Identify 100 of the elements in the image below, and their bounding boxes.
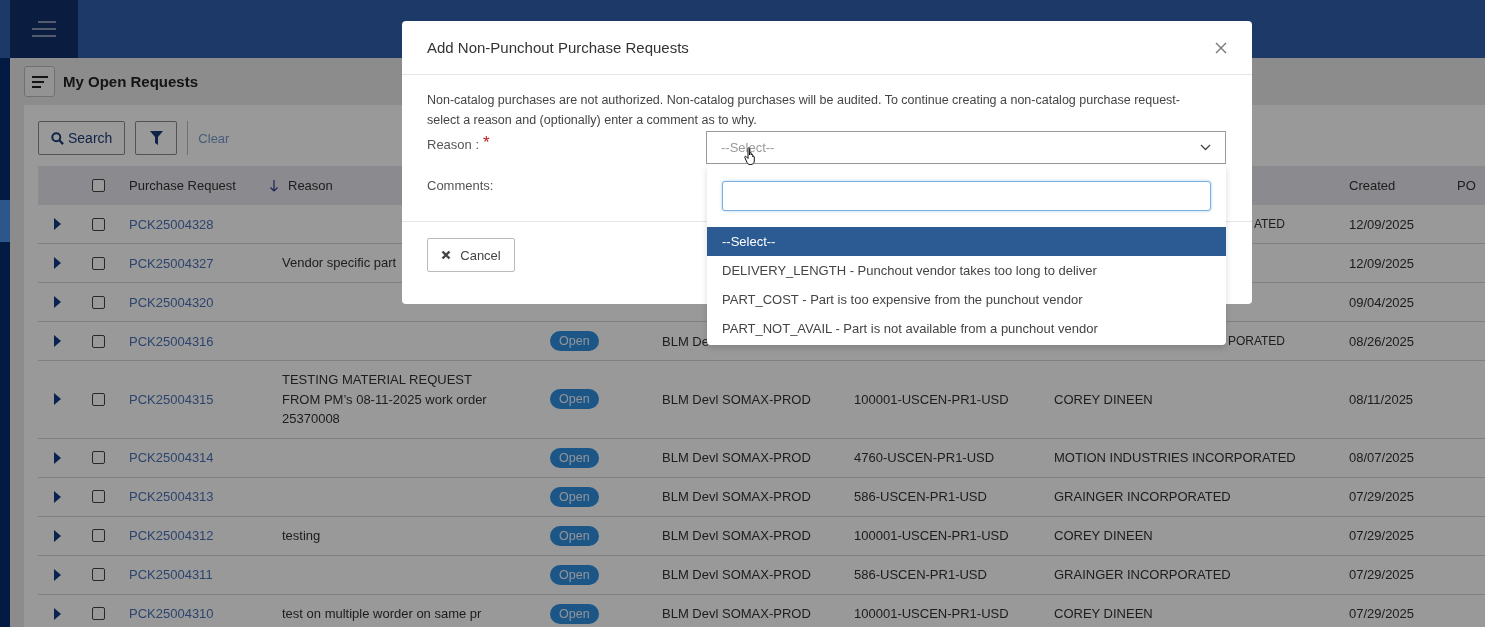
chevron-down-icon [1200, 144, 1211, 151]
table-cell: 08/11/2025 [1349, 391, 1414, 407]
search-field[interactable] [722, 181, 1211, 211]
table-cell: 100001-USCEN-PR1-USD [854, 391, 1009, 407]
column-header[interactable]: Purchase Request [129, 178, 236, 193]
status-badge: Open [550, 389, 599, 410]
table-cell-text: TESTING MATERIAL REQUEST FROM PM’s 08-11-2025 work order 25370008 [282, 371, 488, 428]
table-cell: 586-USCEN-PR1-USD [854, 489, 987, 504]
request-link[interactable]: PCK25004320 [129, 294, 214, 310]
column-header[interactable]: Reason [288, 178, 333, 193]
status-badge: Open [550, 331, 599, 351]
table-cell: 100001-USCEN-PR1-USD [854, 528, 1009, 543]
request-link[interactable]: PCK25004310 [129, 606, 214, 621]
dialog-message: Non-catalog purchases are not authorized. Non-catalog purchases will be audited. To continue creating a non-catalog purchase request- select a reason and (optionally) enter a comment as to why. [427, 92, 1181, 129]
filter-button[interactable] [135, 121, 178, 155]
expand-icon[interactable] [54, 529, 61, 542]
table-cell: BLM Devl SOMAX-PROD [662, 528, 811, 543]
table-cell: BLM Devl SOMAX-PROD [662, 450, 811, 465]
table-cell-text: Vendor specific part [282, 254, 397, 273]
request-link[interactable]: PCK25004316 [129, 333, 214, 349]
table-cell: 07/29/2025 [1349, 528, 1415, 543]
sidebar-toggle-button[interactable] [24, 66, 55, 97]
row-checkbox[interactable] [92, 392, 105, 406]
search-button[interactable]: Search [38, 121, 126, 155]
clear-link[interactable]: Clear [198, 130, 230, 146]
table-cell: 09/04/2025 [1349, 294, 1415, 310]
request-link[interactable]: PCK25004313 [129, 489, 214, 504]
table-cell: 07/29/2025 [1349, 489, 1415, 504]
request-link[interactable]: PCK25004311 [129, 567, 213, 582]
request-link[interactable]: PCK25004328 [129, 216, 214, 232]
dropdown-option[interactable]: --Select-- [707, 227, 1226, 256]
menu-icon [30, 74, 49, 89]
table-cell-text: test on multiple worder on same pr [282, 604, 482, 623]
row-checkbox[interactable] [92, 334, 105, 348]
table-cell: 12/09/2025 [1349, 255, 1415, 271]
row-checkbox[interactable] [92, 451, 105, 464]
menu-button[interactable] [10, 0, 78, 58]
expand-icon[interactable] [54, 490, 61, 503]
table-cell: 07/29/2025 [1349, 567, 1415, 582]
filter-icon [149, 131, 163, 145]
table-cell: ATED [1253, 217, 1285, 231]
table-cell: BLM Devl SOMAX-PROD [662, 489, 811, 504]
request-link[interactable]: PCK25004315 [129, 391, 214, 407]
row-checkbox[interactable] [92, 568, 105, 581]
dropdown-option[interactable]: PART_COST - Part is too expensive from the punchout vendor [707, 285, 1226, 314]
menu-icon [30, 21, 58, 37]
table-cell: BLM Devl SOMAX-PROD [662, 606, 811, 621]
table-cell: 08/07/2025 [1349, 450, 1415, 465]
table-cell: MOTION INDUSTRIES INCORPORATED [1054, 450, 1296, 465]
comments-label: Comments: [427, 178, 494, 193]
table-cell: 4760-USCEN-PR1-USD [854, 450, 995, 465]
column-header[interactable]: PO [1457, 178, 1476, 193]
status-badge: Open [550, 603, 599, 624]
table-cell: 07/29/2025 [1349, 606, 1415, 621]
request-link[interactable]: PCK25004314 [129, 450, 214, 465]
row-checkbox[interactable] [92, 490, 105, 503]
select-all-checkbox[interactable] [92, 179, 105, 192]
row-checkbox[interactable] [92, 607, 105, 620]
reason-label: Reason : [427, 137, 480, 154]
row-checkbox[interactable] [92, 256, 105, 270]
search-icon [51, 131, 64, 145]
close-icon [441, 250, 452, 260]
expand-icon[interactable] [54, 451, 61, 464]
required-mark: * [483, 137, 490, 154]
table-cell-text: testing [282, 526, 321, 545]
table-cell: GRAINGER INCORPORATED [1054, 567, 1231, 582]
expand-icon[interactable] [54, 393, 61, 406]
table-cell: 12/09/2025 [1349, 216, 1415, 232]
table-cell: 100001-USCEN-PR1-USD [854, 606, 1009, 621]
expand-icon[interactable] [54, 607, 61, 620]
cancel-button[interactable]: Cancel [427, 238, 515, 272]
status-badge: Open [550, 447, 599, 468]
expand-icon[interactable] [54, 257, 61, 269]
table-cell: 08/26/2025 [1349, 333, 1415, 349]
expand-icon[interactable] [54, 568, 61, 581]
status-badge: Open [550, 486, 599, 507]
request-link[interactable]: PCK25004327 [129, 255, 214, 271]
table-cell: COREY DINEEN [1054, 391, 1153, 407]
request-link[interactable]: PCK25004312 [129, 528, 214, 543]
close-icon[interactable] [1215, 41, 1227, 54]
table-cell: BLM De [662, 333, 709, 349]
table-cell: 586-USCEN-PR1-USD [854, 567, 987, 582]
table-cell: BLM Devl SOMAX-PROD [662, 391, 811, 407]
table-cell: COREY DINEEN [1054, 606, 1153, 621]
row-checkbox[interactable] [92, 217, 105, 231]
row-checkbox[interactable] [92, 295, 105, 309]
table-cell: COREY DINEEN [1054, 528, 1153, 543]
row-checkbox[interactable] [92, 529, 105, 542]
reason-dropdown[interactable]: --Select-- [706, 131, 1226, 164]
status-badge: Open [550, 564, 599, 585]
expand-icon[interactable] [54, 296, 61, 308]
expand-icon[interactable] [54, 335, 61, 347]
expand-icon[interactable] [54, 218, 61, 230]
table-cell: GRAINGER INCORPORATED [1054, 489, 1231, 504]
column-header[interactable]: Created [1349, 178, 1396, 193]
page-title: My Open Requests [63, 73, 199, 90]
dropdown-option[interactable]: PART_NOT_AVAIL - Part is not available from a punchout vendor [707, 314, 1226, 343]
dialog-title: Add Non-Punchout Purchase Requests [427, 39, 689, 56]
status-badge: Open [550, 525, 599, 546]
dropdown-option[interactable]: DELIVERY_LENGTH - Punchout vendor takes too long to deliver [707, 256, 1226, 285]
